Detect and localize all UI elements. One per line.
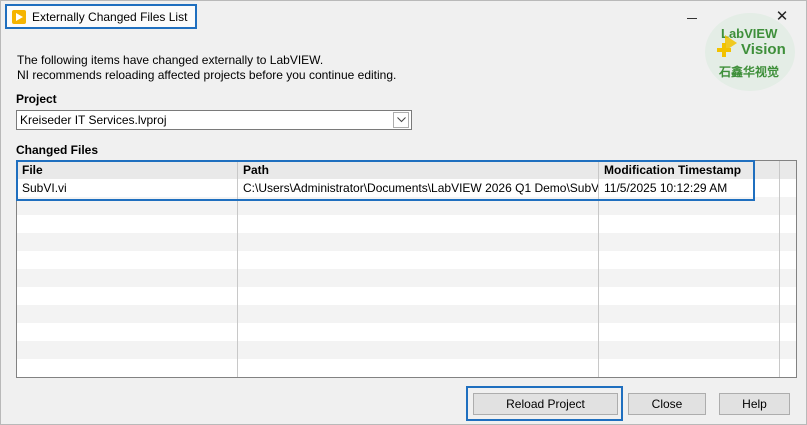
changed-files-table[interactable]: File Path Modification Timestamp SubVI.v… bbox=[16, 160, 797, 378]
dialog-window: Externally Changed Files List ✕ LabVIEW … bbox=[0, 0, 807, 425]
dropdown-button[interactable] bbox=[393, 112, 409, 128]
title-bar: Externally Changed Files List ✕ bbox=[1, 1, 806, 33]
column-header-timestamp[interactable]: Modification Timestamp bbox=[598, 161, 779, 179]
empty-row bbox=[17, 251, 796, 269]
cell-timestamp: 11/5/2025 10:12:29 AM bbox=[598, 179, 779, 197]
cell-path: C:\Users\Administrator\Documents\LabVIEW… bbox=[237, 179, 598, 197]
title-highlight: Externally Changed Files List bbox=[5, 4, 198, 29]
cell-file: SubVI.vi bbox=[22, 181, 67, 195]
empty-row bbox=[17, 359, 796, 377]
column-header-file[interactable]: File bbox=[17, 161, 237, 179]
logo-text-chinese: 石鑫华视觉 bbox=[719, 65, 780, 79]
logo-text-vision: Vision bbox=[741, 41, 786, 58]
minimize-button[interactable] bbox=[677, 5, 707, 27]
labview-app-icon bbox=[12, 9, 26, 24]
cell-filler bbox=[779, 179, 796, 197]
project-label: Project bbox=[16, 92, 57, 106]
empty-row bbox=[17, 287, 796, 305]
minimize-icon bbox=[687, 17, 697, 19]
reload-project-button[interactable]: Reload Project bbox=[473, 393, 618, 415]
description-line-2: NI recommends reloading affected project… bbox=[17, 68, 397, 82]
table-header: File Path Modification Timestamp bbox=[17, 161, 796, 179]
chevron-down-icon bbox=[396, 117, 406, 123]
logo-plus-icon bbox=[717, 43, 731, 57]
help-button[interactable]: Help bbox=[719, 393, 790, 415]
empty-row bbox=[17, 305, 796, 323]
column-header-filler bbox=[779, 161, 796, 179]
empty-row bbox=[17, 197, 796, 215]
empty-row bbox=[17, 341, 796, 359]
empty-row bbox=[17, 269, 796, 287]
description-line-1: The following items have changed externa… bbox=[17, 53, 324, 67]
changed-files-label: Changed Files bbox=[16, 143, 99, 157]
empty-row bbox=[17, 215, 796, 233]
table-row[interactable]: SubVI.vi C:\Users\Administrator\Document… bbox=[17, 179, 796, 197]
project-select-value: Kreiseder IT Services.lvproj bbox=[20, 113, 167, 127]
description: The following items have changed externa… bbox=[17, 53, 396, 83]
project-select[interactable]: Kreiseder IT Services.lvproj bbox=[16, 110, 412, 130]
column-header-path[interactable]: Path bbox=[237, 161, 598, 179]
close-button[interactable]: Close bbox=[628, 393, 706, 415]
empty-row bbox=[17, 233, 796, 251]
empty-row bbox=[17, 323, 796, 341]
window-title: Externally Changed Files List bbox=[32, 9, 188, 24]
labview-vision-logo: LabVIEW Vision 石鑫华视觉 bbox=[705, 13, 795, 91]
